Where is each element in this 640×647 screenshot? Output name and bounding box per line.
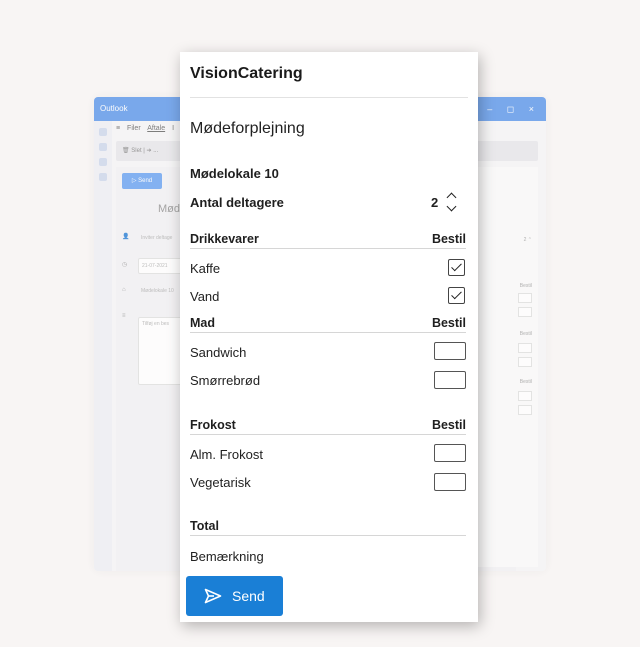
menu-appointment[interactable]: Aftale xyxy=(147,125,165,132)
section-header-drinks: Drikkevarer Bestil xyxy=(190,232,466,249)
checkbox-sandwich[interactable] xyxy=(434,342,466,360)
clock-icon: ◷ xyxy=(122,262,128,268)
outlook-menu: ≡ Filer Aftale I xyxy=(116,125,179,132)
window-controls[interactable]: – ◻ × xyxy=(487,97,540,121)
side-order-label: Bestil xyxy=(519,283,532,289)
calendar-icon[interactable] xyxy=(99,143,107,151)
send-button[interactable]: Send xyxy=(186,576,283,616)
outlook-nav-rail xyxy=(94,121,112,571)
side-stepper-value: 2 ⌃ xyxy=(523,237,532,243)
attendees-stepper[interactable] xyxy=(445,190,459,216)
side-checkbox[interactable] xyxy=(518,405,532,415)
menu-file[interactable]: Filer xyxy=(127,125,141,132)
header-divider xyxy=(190,97,468,98)
send-icon xyxy=(204,588,222,604)
checkbox-alm-frokost[interactable] xyxy=(434,444,466,462)
hamburger-icon[interactable]: ≡ xyxy=(116,125,120,132)
side-checkbox[interactable] xyxy=(518,391,532,401)
brand-title: VisionCatering xyxy=(190,65,303,82)
attendees-value[interactable]: 2 xyxy=(431,195,438,210)
location-icon: ⌂ xyxy=(122,287,126,293)
side-checkbox[interactable] xyxy=(518,293,532,303)
invite-row: 👤 xyxy=(122,233,129,240)
checkbox-smorrebrod[interactable] xyxy=(434,371,466,389)
menu-insert[interactable]: I xyxy=(172,125,174,132)
side-checkbox[interactable] xyxy=(518,357,532,367)
item-label-sandwich: Sandwich xyxy=(190,345,247,360)
checkmark-icon xyxy=(451,260,462,272)
person-add-icon: 👤 xyxy=(122,234,130,240)
outlook-title: Outlook xyxy=(100,104,128,113)
checkbox-vand[interactable] xyxy=(448,287,465,304)
order-column-header: Bestil xyxy=(431,232,466,246)
section-header-food: Mad Bestil xyxy=(190,316,466,333)
checkbox-vegetarisk[interactable] xyxy=(434,473,466,491)
section-header-lunch: Frokost Bestil xyxy=(190,418,466,435)
item-label-smorrebrod: Smørrebrød xyxy=(190,373,261,388)
page-title: Mødeforplejning xyxy=(190,120,305,137)
side-order-label: Bestil xyxy=(519,379,532,385)
section-title: Frokost xyxy=(190,418,236,432)
outlook-side-pane: 2 ⌃ Bestil Bestil Bestil xyxy=(478,167,538,567)
people-icon[interactable] xyxy=(99,158,107,166)
attendees-label: Antal deltagere xyxy=(190,195,284,210)
item-label-vand: Vand xyxy=(190,289,220,304)
item-label-kaffe: Kaffe xyxy=(190,261,221,276)
section-title: Drikkevarer xyxy=(190,232,259,246)
order-column-header: Bestil xyxy=(431,418,466,432)
meeting-room: Mødelokale 10 xyxy=(190,166,279,181)
checkbox-kaffe[interactable] xyxy=(448,259,465,276)
send-button-label: Send xyxy=(232,588,265,604)
outlook-send-button[interactable]: ▷ Send xyxy=(122,173,162,189)
mail-icon[interactable] xyxy=(99,128,107,136)
item-label-alm-frokost: Alm. Frokost xyxy=(190,447,263,462)
side-checkbox[interactable] xyxy=(518,343,532,353)
chevron-down-icon[interactable] xyxy=(446,201,457,212)
tasks-icon[interactable] xyxy=(99,173,107,181)
section-title: Mad xyxy=(190,316,215,330)
order-column-header: Bestil xyxy=(431,316,466,330)
body-icon: ≡ xyxy=(122,313,126,319)
checkmark-icon xyxy=(451,288,462,300)
item-label-vegetarisk: Vegetarisk xyxy=(190,475,251,490)
remark-label[interactable]: Bemærkning xyxy=(190,549,264,564)
side-order-label: Bestil xyxy=(519,331,532,337)
side-checkbox[interactable] xyxy=(518,307,532,317)
total-label: Total xyxy=(190,519,466,536)
catering-panel: VisionCatering Mødeforplejning Mødelokal… xyxy=(180,52,478,622)
